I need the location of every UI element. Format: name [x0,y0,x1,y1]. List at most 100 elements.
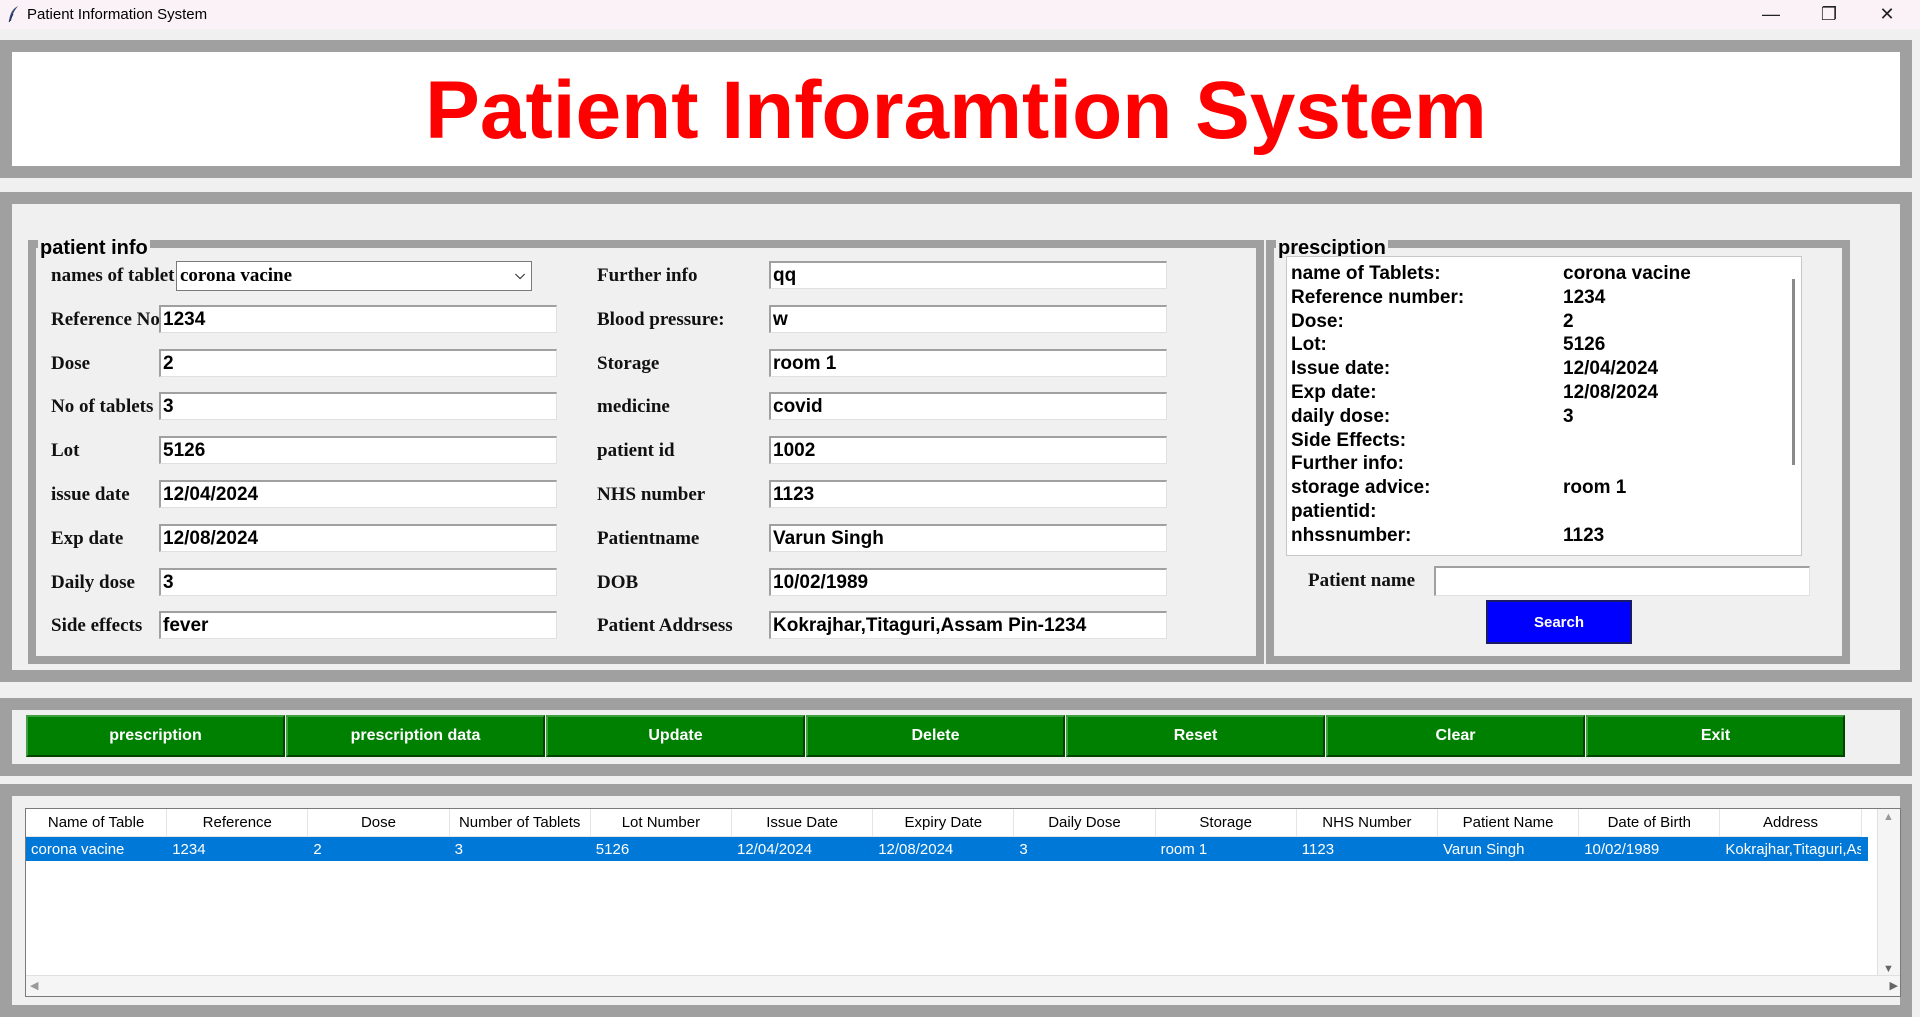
field-label: Patientname [597,527,700,549]
table-cell: 10/02/1989 [1584,841,1660,858]
patient-info-frame: patient info names of tablet corona vacin… [28,237,1264,664]
action-button-label: Update [648,727,703,744]
table-vscrollbar[interactable]: ▲ ▼ [1877,809,1900,977]
chevron-down-icon[interactable]: ⌵ [515,268,525,283]
action-button-exit[interactable]: Exit [1586,715,1845,757]
prescription-key: storage advice: [1291,477,1431,499]
search-button[interactable]: Search [1486,600,1632,644]
field-input[interactable]: 1234 [159,304,557,333]
window-titlebar: Patient Information System — ❐ ✕ [0,0,1920,29]
field-input[interactable]: 12/04/2024 [159,480,557,508]
field-label: Storage [597,352,660,374]
data-frame: patient info names of tablet corona vacin… [0,192,1912,682]
field-input[interactable]: Varun Singh [769,523,1167,552]
field-input[interactable]: covid [769,392,1167,421]
prescription-line: name of Tablets: corona vacine [1291,263,1791,287]
patient-name-search-input[interactable] [1434,566,1810,596]
feather-icon [8,6,18,23]
field-label: Lot [51,440,80,462]
field-input[interactable]: w [769,304,1167,333]
window-title: Patient Information System [27,6,208,23]
prescription-value: 1234 [1563,286,1606,308]
field-label: medicine [597,396,670,418]
prescription-key: nhssnumber: [1291,524,1412,546]
field-input[interactable]: 1002 [769,436,1167,465]
prescription-line: Lot: 5126 [1291,334,1791,358]
field-input[interactable]: 12/08/2024 [159,523,557,552]
table-column-header[interactable]: Dose [308,809,450,837]
field-label: Further info [597,265,698,286]
field-input[interactable]: 1123 [769,480,1167,508]
tablet-name-combobox[interactable]: corona vacine ⌵ [176,261,532,291]
restore-icon: ❐ [1820,4,1838,24]
table-column-header[interactable]: Reference [167,809,309,837]
prescription-scrollbar[interactable] [1792,279,1795,465]
table-row[interactable]: corona vacine 1234 2 3 5126 12/04/2024 12/08/2… [26,837,1868,861]
field-label: No of tablets [51,396,154,418]
table-hscrollbar[interactable]: ◀ ▶ [26,975,1900,996]
scroll-up-icon[interactable]: ▲ [1883,811,1894,823]
table-column-header[interactable]: Issue Date [732,809,874,837]
field-label: Blood pressure: [597,308,725,330]
table-cell: room 1 [1160,841,1208,858]
scroll-right-icon[interactable]: ▶ [1890,979,1898,992]
field-label: patient id [597,440,675,462]
action-button-update[interactable]: Update [546,715,805,757]
field-input[interactable]: 5126 [159,436,557,465]
action-button-delete[interactable]: Delete [806,715,1065,757]
page-title: Patient Inforamtion System [425,65,1487,156]
combobox-value: corona vacine [180,265,293,286]
scroll-down-icon[interactable]: ▼ [1883,963,1894,975]
table-cell: Kokrajhar,Titaguri,Assam Pin-1234 [1725,841,1860,858]
table-column-header[interactable]: Number of Tablets [449,809,591,837]
prescription-key: Side Effects: [1291,429,1407,451]
prescription-value: 2 [1563,310,1574,332]
field-input[interactable]: qq [769,261,1167,289]
field-label: Exp date [51,527,124,549]
field-input[interactable]: fever [159,611,557,640]
action-button-prescription[interactable]: prescription [26,715,285,757]
header-panel: Patient Inforamtion System [0,40,1912,178]
prescription-key: name of Tablets: [1291,263,1441,284]
prescription-key: patientid: [1291,501,1377,522]
maximize-button[interactable]: ❐ [1800,0,1858,29]
table-cell: 1123 [1301,841,1335,858]
table-column-header[interactable]: Lot Number [590,809,732,837]
field-input[interactable]: room 1 [769,348,1167,377]
prescription-line: Side Effects: [1291,430,1791,454]
action-button-clear[interactable]: Clear [1326,715,1585,757]
close-icon: ✕ [1879,4,1895,24]
action-button-prescription-data[interactable]: prescription data [286,715,545,757]
table-column-header[interactable]: Address [1720,809,1862,837]
table-column-header[interactable]: Expiry Date [873,809,1015,837]
field-input[interactable]: 10/02/1989 [769,567,1167,596]
prescription-text[interactable]: name of Tablets: corona vacine Reference n… [1286,256,1802,556]
table-cell: 3 [454,841,463,858]
prescription-value: corona vacine [1563,263,1691,284]
prescription-line: Exp date: 12/08/2024 [1291,382,1791,406]
table-column-header[interactable]: Name of Table [26,809,168,837]
field-label: Dose [51,352,91,374]
field-label: DOB [597,571,639,593]
field-input[interactable]: 2 [159,348,557,377]
field-input[interactable]: 3 [159,392,557,421]
close-button[interactable]: ✕ [1858,0,1916,29]
field-input[interactable]: 3 [159,567,557,596]
prescription-value: 12/04/2024 [1563,358,1659,380]
field-input[interactable]: Kokrajhar,Titaguri,Assam Pin-1234 [769,611,1167,640]
table-column-header[interactable]: Storage [1155,809,1297,837]
table-column-header[interactable]: Date of Birth [1579,809,1721,837]
table-column-header[interactable]: Patient Name [1438,809,1580,837]
minimize-button[interactable]: — [1742,0,1800,29]
prescription-value: room 1 [1563,477,1627,499]
table-cell: 12/04/2024 [737,841,813,858]
prescription-key: daily dose: [1291,405,1391,427]
action-button-reset[interactable]: Reset [1066,715,1325,757]
minimize-icon: — [1762,4,1780,24]
prescription-line: Dose: 2 [1291,311,1791,335]
scroll-left-icon[interactable]: ◀ [30,979,38,992]
table-column-header[interactable]: Daily Dose [1014,809,1156,837]
table-column-header[interactable]: NHS Number [1296,809,1438,837]
patient-table[interactable]: Name of Table Reference Dose Number of Tabl… [25,808,1901,997]
prescription-value: 1123 [1563,524,1605,546]
